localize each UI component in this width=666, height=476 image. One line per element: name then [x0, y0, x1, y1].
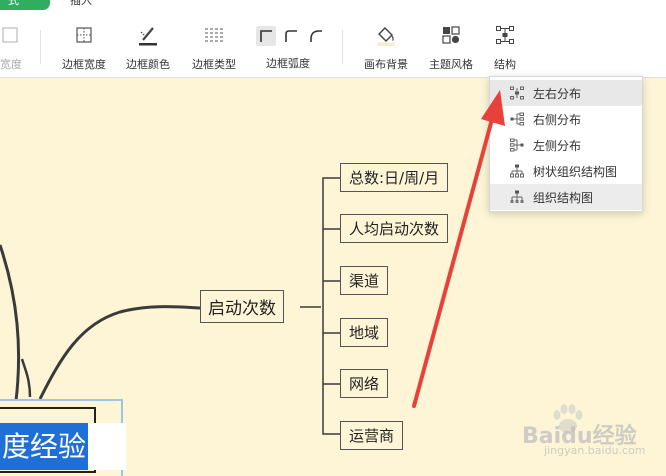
ribbon-toolbar: 宽度 边框宽度 边框颜色 边框类型 边框弧度 画布背景 主题风格 结构 [0, 12, 666, 78]
branch-node[interactable]: 启动次数 [200, 290, 284, 323]
border-width-button[interactable]: 边框宽度 [56, 12, 112, 78]
child-node[interactable]: 总数:日/周/月 [340, 163, 449, 192]
small-round-corner-icon [285, 30, 297, 42]
baidu-watermark: Baidu经验 jingyan.baidu.com [508, 400, 646, 460]
paint-bucket-icon [375, 24, 397, 46]
dashed-lines-icon [203, 24, 225, 46]
menu-item-tree-org[interactable]: 树状组织结构图 [490, 158, 642, 184]
menu-item-label: 左侧分布 [533, 138, 582, 153]
structure-label: 结构 [494, 58, 516, 71]
menu-item-org-chart[interactable]: 组织结构图 [490, 184, 642, 210]
child-node-label: 网络 [349, 375, 380, 393]
border-radius-group: 边框弧度 [254, 12, 326, 78]
child-node[interactable]: 渠道 [340, 266, 389, 295]
tab-insert-label: 插入 [70, 0, 92, 7]
child-node[interactable]: 运营商 [340, 421, 404, 450]
branch-node-label: 启动次数 [208, 299, 276, 319]
structure-button[interactable]: 结构 [488, 12, 522, 78]
pen-color-icon [137, 24, 159, 46]
menu-item-label: 左右分布 [533, 86, 582, 101]
width-label: 宽度 [0, 58, 22, 71]
left-layout-icon [510, 138, 524, 152]
menu-item-right[interactable]: 右侧分布 [490, 106, 642, 132]
round-corner-icon [310, 30, 322, 42]
frame-icon [0, 24, 22, 46]
menu-item-left[interactable]: 左侧分布 [490, 132, 642, 158]
radius-square-button[interactable] [256, 26, 276, 46]
border-type-button[interactable]: 边框类型 [186, 12, 242, 78]
tab-style[interactable]: 式 [0, 0, 50, 10]
child-node-label: 渠道 [349, 272, 380, 290]
child-node[interactable]: 地域 [340, 318, 389, 347]
menu-item-label: 组织结构图 [533, 190, 594, 205]
theme-style-label: 主题风格 [429, 58, 473, 71]
child-node-label: 总数:日/周/月 [349, 169, 440, 187]
canvas-background-button[interactable]: 画布背景 [360, 12, 412, 78]
radius-large-button[interactable] [306, 26, 326, 46]
structure-icon [494, 24, 516, 46]
org-chart-icon [510, 190, 524, 204]
tab-insert[interactable]: 插入 [70, 0, 92, 7]
root-node-text-caret-area[interactable] [88, 423, 126, 470]
child-node-label: 地域 [349, 324, 380, 342]
theme-style-button[interactable]: 主题风格 [424, 12, 478, 78]
root-node-text-selected[interactable]: 度经验 [0, 423, 93, 470]
theme-grid-icon [440, 24, 462, 46]
child-node[interactable]: 人均启动次数 [340, 214, 449, 243]
toolbar-divider [342, 30, 343, 64]
left-right-layout-icon [510, 86, 524, 100]
child-node-label: 人均启动次数 [349, 220, 440, 238]
square-corner-icon [260, 30, 272, 42]
border-width-icon [73, 24, 95, 46]
child-node-label: 运营商 [349, 427, 395, 445]
ribbon-tab-strip: 式 插入 [0, 0, 666, 12]
menu-item-label: 右侧分布 [533, 112, 582, 127]
tree-org-icon [510, 164, 524, 178]
structure-dropdown-menu: 左右分布 右侧分布 左侧分布 树状组织结构图 组织结构图 [489, 76, 643, 212]
menu-item-label: 树状组织结构图 [533, 164, 618, 179]
canvas-background-label: 画布背景 [364, 58, 408, 71]
border-radius-label: 边框弧度 [266, 57, 310, 70]
width-button-clipped[interactable]: 宽度 [0, 12, 34, 78]
border-color-label: 边框颜色 [126, 58, 170, 71]
root-node-label: 度经验 [2, 430, 87, 463]
toolbar-divider [40, 30, 41, 64]
border-color-button[interactable]: 边框颜色 [122, 12, 174, 78]
watermark-site: jingyan.baidu.com [544, 444, 646, 457]
border-type-label: 边框类型 [192, 58, 236, 71]
child-node[interactable]: 网络 [340, 369, 389, 398]
right-layout-icon [510, 112, 524, 126]
menu-item-left-right[interactable]: 左右分布 [490, 80, 642, 106]
border-width-label: 边框宽度 [62, 58, 106, 71]
tab-style-label: 式 [8, 0, 19, 7]
radius-small-button[interactable] [281, 26, 301, 46]
